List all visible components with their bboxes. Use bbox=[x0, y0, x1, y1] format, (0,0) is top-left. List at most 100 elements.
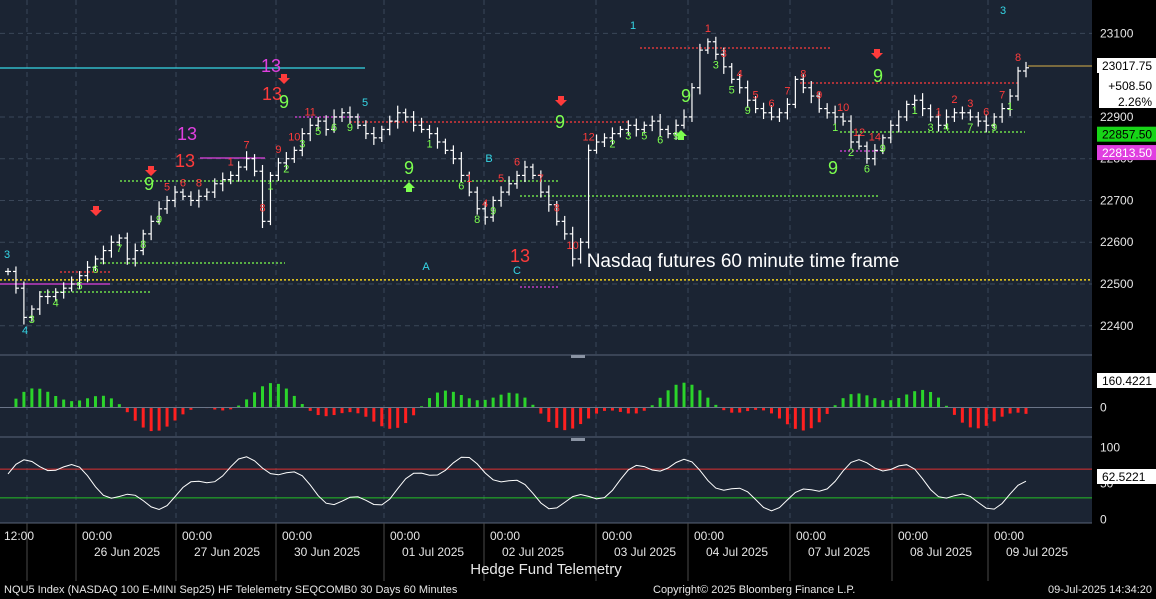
wave-number-label: 5 bbox=[362, 97, 368, 109]
x-tick-time: 00:00 bbox=[490, 529, 520, 543]
x-tick-date: 01 Jul 2025 bbox=[402, 545, 464, 559]
bloomberg-chart-window: { "colors":{"bg":"#1b2433","grid":"#3a46… bbox=[0, 0, 1156, 599]
sell-count-label: 2 bbox=[951, 94, 957, 106]
y-tick-label: 22500 bbox=[1100, 277, 1134, 291]
setup-count-label: 9 bbox=[144, 174, 154, 194]
momentum-bar bbox=[141, 407, 145, 428]
buy-count-label: 6 bbox=[458, 180, 464, 192]
momentum-bar bbox=[563, 407, 567, 431]
price-marker-label: 23017.75 bbox=[1102, 59, 1152, 73]
setup-count-label: 9 bbox=[873, 66, 883, 86]
momentum-bar bbox=[602, 407, 606, 411]
momentum-bar bbox=[173, 407, 177, 421]
wave-letter-label: A bbox=[422, 261, 430, 273]
momentum-bar bbox=[284, 388, 288, 408]
momentum-bar bbox=[929, 391, 933, 408]
momentum-bar bbox=[292, 395, 296, 408]
momentum-bar bbox=[1016, 407, 1020, 413]
momentum-bar bbox=[793, 407, 797, 429]
buy-count-label: 5 bbox=[315, 126, 321, 138]
x-tick-time: 00:00 bbox=[898, 529, 928, 543]
sell-count-label: 5 bbox=[753, 90, 759, 102]
x-tick-time: 00:00 bbox=[390, 529, 420, 543]
sell-count-label: 6 bbox=[768, 98, 774, 110]
buy-count-label: 4 bbox=[53, 297, 59, 309]
x-tick-date: 26 Jun 2025 bbox=[94, 545, 160, 559]
momentum-bar bbox=[1008, 407, 1012, 414]
buy-count-label: 9 bbox=[156, 214, 162, 226]
setup-count-label: 9 bbox=[828, 158, 838, 178]
buy-count-label: 8 bbox=[474, 214, 480, 226]
x-tick-date: 03 Jul 2025 bbox=[614, 545, 676, 559]
momentum-bar bbox=[666, 390, 670, 408]
buy-count-label: 3 bbox=[625, 130, 631, 142]
y-tick-label: 22600 bbox=[1100, 235, 1134, 249]
momentum-bar bbox=[253, 392, 257, 408]
momentum-bar bbox=[149, 407, 153, 432]
sell-count-label: 1 bbox=[935, 106, 941, 118]
sell-count-label: 6 bbox=[514, 156, 520, 168]
x-tick-time: 00:00 bbox=[796, 529, 826, 543]
momentum-bar bbox=[825, 407, 829, 414]
momentum-bar bbox=[404, 407, 408, 424]
x-tick-time: 12:00 bbox=[4, 529, 34, 543]
momentum-bar bbox=[785, 407, 789, 425]
oscillator-tick-label: 100 bbox=[1100, 441, 1120, 455]
momentum-bar bbox=[324, 407, 328, 417]
pane-divider-handle-1 bbox=[571, 438, 585, 441]
oscillator-tick-label: 0 bbox=[1100, 512, 1107, 526]
buy-count-label: 5 bbox=[729, 84, 735, 96]
setup-count-label: 13 bbox=[177, 124, 197, 144]
sell-count-label: 8 bbox=[800, 69, 806, 81]
x-tick-date: 08 Jul 2025 bbox=[910, 545, 972, 559]
buy-count-label: 6 bbox=[331, 122, 337, 134]
momentum-bar bbox=[451, 391, 455, 408]
sell-count-label: 6 bbox=[983, 106, 989, 118]
sell-count-label: 3 bbox=[967, 98, 973, 110]
sell-count-label: 8 bbox=[196, 177, 202, 189]
sell-count-label: 4 bbox=[482, 198, 488, 210]
sell-count-label: 3 bbox=[721, 48, 727, 60]
buy-count-label: 1 bbox=[267, 180, 273, 192]
momentum-bar bbox=[1024, 407, 1028, 414]
momentum-bar bbox=[499, 394, 503, 408]
momentum-bar bbox=[984, 407, 988, 426]
x-tick-date: 27 Jun 2025 bbox=[194, 545, 260, 559]
buy-count-label: 4 bbox=[943, 122, 949, 134]
momentum-bar bbox=[865, 395, 869, 408]
momentum-bar bbox=[849, 394, 853, 408]
momentum-bar bbox=[968, 407, 972, 428]
buy-count-label: 9 bbox=[347, 122, 353, 134]
y-tick-label: 22400 bbox=[1100, 319, 1134, 333]
sell-count-label: 9 bbox=[275, 144, 281, 156]
momentum-bar bbox=[157, 407, 161, 431]
sell-count-label: 1 bbox=[466, 173, 472, 185]
sell-count-label: 7 bbox=[999, 90, 1005, 102]
price-change-label: +508.50 bbox=[1108, 79, 1152, 93]
momentum-bar bbox=[905, 394, 909, 408]
momentum-bar bbox=[587, 407, 591, 419]
wave-number-label: 4 bbox=[22, 325, 28, 337]
momentum-bar bbox=[976, 407, 980, 429]
momentum-bar bbox=[746, 407, 750, 412]
buy-count-label: 3 bbox=[928, 122, 934, 134]
momentum-bar bbox=[626, 407, 630, 414]
chart-background bbox=[0, 0, 1156, 581]
momentum-bar bbox=[801, 407, 805, 431]
sell-count-label: 7 bbox=[538, 173, 544, 185]
momentum-bar bbox=[897, 398, 901, 408]
momentum-bar bbox=[913, 391, 917, 408]
chart-source-title: Hedge Fund Telemetry bbox=[470, 561, 622, 578]
setup-count-label: 9 bbox=[555, 112, 565, 132]
momentum-bar bbox=[579, 407, 583, 425]
momentum-bar bbox=[770, 407, 773, 414]
momentum-bar bbox=[475, 400, 479, 408]
momentum-bar bbox=[571, 407, 575, 429]
momentum-bar bbox=[539, 407, 543, 414]
price-marker-label: 22813.50 bbox=[1102, 146, 1152, 160]
momentum-bar bbox=[412, 407, 416, 416]
buy-count-label: 9 bbox=[745, 105, 751, 117]
buy-count-label: 3 bbox=[29, 314, 35, 326]
sell-count-label: 8 bbox=[1015, 52, 1021, 64]
momentum-bar bbox=[316, 407, 320, 416]
